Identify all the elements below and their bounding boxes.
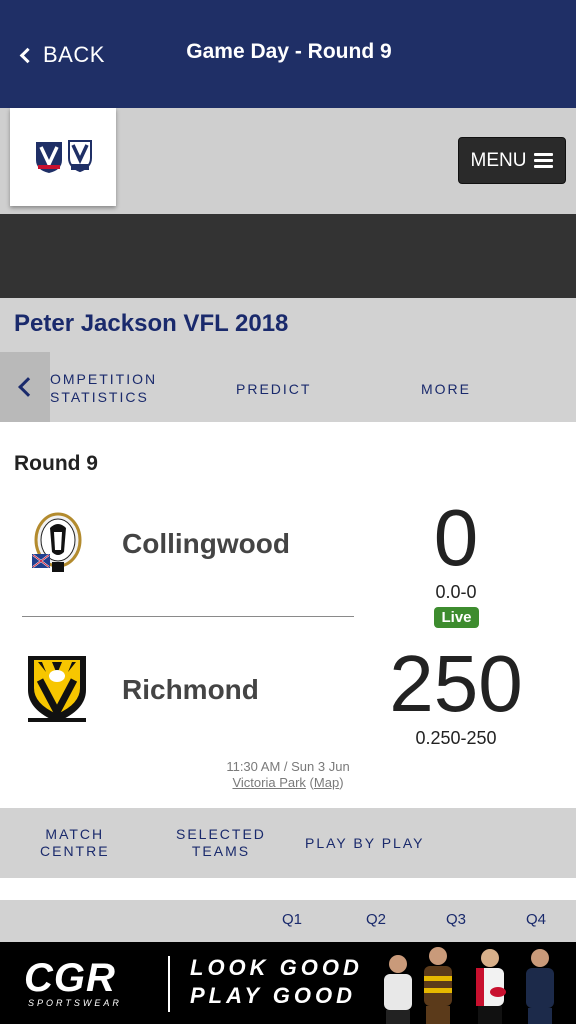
cgr-logo: CGR [24, 956, 116, 1000]
menu-label: MENU [470, 149, 527, 171]
tab-label-line1: SELECTED [176, 826, 266, 842]
away-score: 250 [389, 639, 523, 728]
richmond-logo-icon[interactable] [22, 652, 92, 724]
competition-title: Peter Jackson VFL 2018 [14, 310, 289, 337]
tab-selected-teams[interactable]: SELECTED TEAMS [176, 826, 266, 860]
tab-label-line1: MATCH [45, 826, 105, 842]
vfl-logo[interactable] [10, 108, 116, 206]
sponsor-banner[interactable]: CGR SPORTSWEAR LOOK GOOD PLAY GOOD [0, 942, 576, 1024]
tab-competition-statistics[interactable]: OMPETITION STATISTICS [50, 370, 157, 406]
tab-label-line1: OMPETITION [50, 371, 158, 387]
map-link[interactable]: Map [314, 775, 339, 790]
quarters-header: Q1 Q2 Q3 Q4 [0, 900, 576, 942]
team-divider [22, 616, 354, 617]
home-team-name[interactable]: Collingwood [122, 528, 290, 560]
venue-link[interactable]: Victoria Park [232, 775, 305, 790]
tab-more[interactable]: MORE [421, 380, 471, 398]
home-score-detail: 0.0-0 [435, 582, 477, 602]
tab-label-line2: CENTRE [40, 843, 110, 859]
slogan-line1: LOOK GOOD [190, 955, 363, 980]
collingwood-logo-icon[interactable] [28, 510, 86, 578]
away-team-name[interactable]: Richmond [122, 674, 259, 706]
slogan-line2: PLAY GOOD [190, 983, 356, 1008]
quarter-label: Q3 [446, 911, 467, 928]
tab-play-by-play[interactable]: PLAY BY PLAY [305, 835, 424, 852]
home-score: 0 [433, 493, 479, 582]
quarter-label: Q1 [282, 911, 303, 928]
chevron-left-icon [18, 377, 38, 397]
quarter-label: Q4 [526, 911, 547, 928]
tab-label-line2: STATISTICS [50, 389, 149, 405]
cgr-logo-subtitle: SPORTSWEAR [28, 998, 122, 1008]
tab-label-line2: TEAMS [191, 843, 251, 859]
hamburger-icon [534, 153, 554, 168]
banner-divider [168, 956, 170, 1012]
vfl-logo-icon [68, 140, 92, 173]
tab-predict[interactable]: PREDICT [236, 380, 311, 398]
vfl-womens-logo-icon [36, 142, 62, 173]
away-score-detail: 0.250-250 [415, 728, 497, 748]
top-nav-bar: BACK Game Day - Round 9 [0, 0, 576, 108]
page-title: Game Day - Round 9 [186, 40, 392, 63]
round-label: Round 9 [14, 452, 98, 475]
match-time: 11:30 AM / Sun 3 Jun [226, 759, 350, 774]
tabs-scroll-left-button[interactable] [0, 352, 50, 422]
dark-banner-area [0, 214, 576, 298]
match-venue: Victoria Park (Map) [232, 775, 344, 790]
players-image [384, 947, 554, 1024]
competition-header: Peter Jackson VFL 2018 OMPETITION STATIS… [0, 298, 576, 422]
quarter-label: Q2 [366, 911, 387, 928]
tab-label: PLAY BY PLAY [305, 835, 425, 851]
tab-match-centre[interactable]: MATCH CENTRE [40, 826, 110, 860]
header-band: MENU [0, 108, 576, 214]
live-status-badge: Live [434, 607, 479, 628]
menu-button[interactable]: MENU [458, 137, 566, 184]
match-tabs: MATCH CENTRE SELECTED TEAMS PLAY BY PLAY [0, 808, 576, 878]
